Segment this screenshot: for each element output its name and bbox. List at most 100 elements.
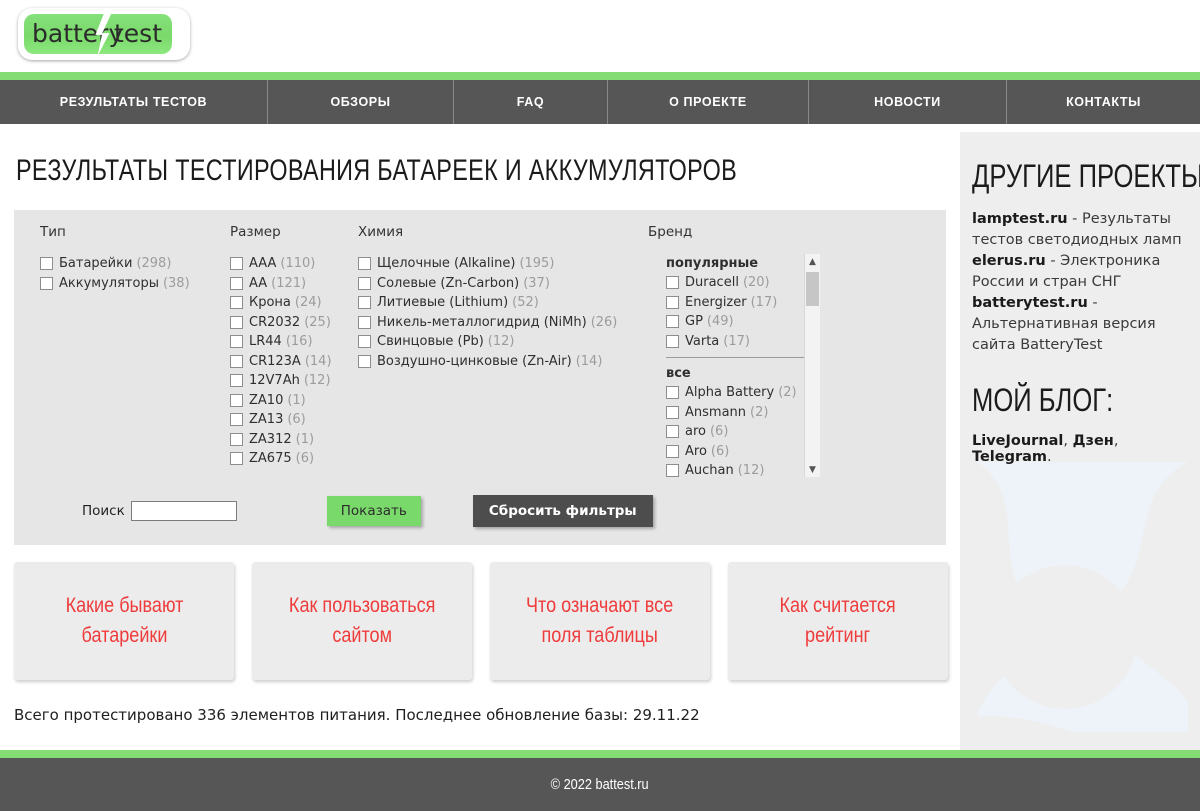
nav-item-reviews[interactable]: ОБЗОРЫ [268, 80, 454, 124]
checkbox-icon[interactable] [230, 315, 243, 329]
card-line-2: сайтом [332, 624, 392, 647]
show-button[interactable]: Показать [326, 496, 421, 526]
filter-option-chem-zncarbon[interactable]: Солевые (Zn-Carbon) (37) [358, 274, 648, 294]
checkbox-icon[interactable] [230, 335, 243, 349]
filter-option-size-aaa[interactable]: AAA (110) [230, 254, 358, 274]
filter-option-chem-alkaline[interactable]: Щелочные (Alkaline) (195) [358, 254, 648, 274]
checkbox-icon[interactable] [230, 296, 243, 310]
filter-option-brand-ansmann[interactable]: Ansmann (2) [666, 403, 818, 423]
filter-option-brand-energizer[interactable]: Energizer (17) [666, 293, 818, 313]
nav-item-news[interactable]: НОВОСТИ [809, 80, 1007, 124]
info-card-how-to-use[interactable]: Как пользоваться сайтом [252, 562, 472, 680]
checkbox-icon[interactable] [40, 257, 53, 271]
checkbox-icon[interactable] [230, 393, 243, 407]
project-link-lamptest[interactable]: lamptest.ru [972, 211, 1068, 227]
sidebar-heading-blog: МОЙ БЛОГ: [972, 382, 1114, 418]
blog-link-livejournal[interactable]: LiveJournal [972, 433, 1063, 449]
brand-group-all-label: все [666, 366, 691, 381]
nav-item-contacts[interactable]: КОНТАКТЫ [1007, 80, 1200, 124]
checkbox-icon[interactable] [230, 413, 243, 427]
option-label: GP [685, 314, 703, 329]
filter-option-brand-alpha-battery[interactable]: Alpha Battery (2) [666, 383, 818, 403]
filter-option-brand-duracell[interactable]: Duracell (20) [666, 273, 818, 293]
filter-option-chem-lead[interactable]: Свинцовые (Pb) (12) [358, 332, 648, 352]
card-label: Что означают все поля таблицы [519, 591, 680, 651]
filter-option-size-za312[interactable]: ZA312 (1) [230, 430, 358, 450]
checkbox-icon[interactable] [358, 276, 371, 290]
filter-option-size-aa[interactable]: AA (121) [230, 274, 358, 294]
filter-option-size-12v7ah[interactable]: 12V7Ah (12) [230, 371, 358, 391]
filter-option-chem-znair[interactable]: Воздушно-цинковые (Zn-Air) (14) [358, 352, 648, 372]
checkbox-icon[interactable] [666, 405, 679, 419]
info-card-table-fields[interactable]: Что означают все поля таблицы [490, 562, 710, 680]
blog-link-dzen[interactable]: Дзен [1073, 433, 1114, 449]
filter-option-brand-aro-lower[interactable]: aro (6) [666, 422, 818, 442]
sidebar-heading-projects: ДРУГИЕ ПРОЕКТЫ: [972, 158, 1200, 194]
brand-scrollbar[interactable]: ▲ ▼ [804, 254, 820, 477]
filter-option-type-accumulators[interactable]: Аккумуляторы (38) [40, 274, 230, 294]
checkbox-icon[interactable] [230, 432, 243, 446]
search-input[interactable] [130, 501, 237, 521]
checkbox-icon[interactable] [358, 296, 371, 310]
option-label: Varta [685, 333, 720, 349]
filter-option-brand-gp[interactable]: GP (49) [666, 312, 818, 332]
option-count: (1) [287, 392, 306, 408]
checkbox-icon[interactable] [358, 354, 371, 368]
filter-option-size-lr44[interactable]: LR44 (16) [230, 332, 358, 352]
project-link-elerus[interactable]: elerus.ru [972, 253, 1046, 269]
filter-group-type: Тип Батарейки (298) Аккумуляторы (38) [40, 224, 230, 477]
site-logo[interactable]: battery test [18, 8, 190, 60]
checkbox-icon[interactable] [358, 315, 371, 329]
filter-heading-chemistry: Химия [358, 224, 404, 240]
filter-option-brand-varta[interactable]: Varta (17) [666, 332, 818, 352]
card-line-1: Что означают все [526, 594, 674, 617]
filter-option-size-krona[interactable]: Крона (24) [230, 293, 358, 313]
logo-word-test: test [113, 19, 162, 48]
checkbox-icon[interactable] [666, 334, 679, 348]
option-label: LR44 [249, 334, 282, 349]
nav-item-about[interactable]: О ПРОЕКТЕ [608, 80, 809, 124]
filter-option-size-za13[interactable]: ZA13 (6) [230, 410, 358, 430]
checkbox-icon[interactable] [230, 452, 243, 466]
filter-option-brand-auchan[interactable]: Auchan (12) [666, 461, 818, 477]
reset-filters-button[interactable]: Сбросить фильтры [472, 495, 653, 527]
filter-option-size-za675[interactable]: ZA675 (6) [230, 449, 358, 469]
option-count: (24) [294, 295, 322, 310]
option-count: (110) [280, 256, 316, 271]
filter-option-size-cr2032[interactable]: CR2032 (25) [230, 313, 358, 333]
nav-item-results[interactable]: РЕЗУЛЬТАТЫ ТЕСТОВ [0, 80, 268, 124]
option-label: Литиевые (Lithium) [377, 295, 509, 310]
checkbox-icon[interactable] [666, 276, 679, 290]
blog-link-telegram[interactable]: Telegram [972, 449, 1047, 465]
checkbox-icon[interactable] [230, 374, 243, 388]
checkbox-icon[interactable] [666, 444, 679, 458]
filter-option-chem-lithium[interactable]: Литиевые (Lithium) (52) [358, 293, 648, 313]
filter-actions-row: Поиск Показать Сбросить фильтры [82, 495, 946, 527]
checkbox-icon[interactable] [40, 276, 53, 290]
checkbox-icon[interactable] [358, 335, 371, 349]
checkbox-icon[interactable] [666, 386, 679, 400]
filter-option-brand-aro-upper[interactable]: Aro (6) [666, 442, 818, 462]
checkbox-icon[interactable] [230, 257, 243, 271]
checkbox-icon[interactable] [666, 295, 679, 309]
checkbox-icon[interactable] [666, 425, 679, 439]
brand-scroll-box[interactable]: популярные Duracell (20) Energizer (17) [648, 254, 820, 477]
checkbox-icon[interactable] [666, 315, 679, 329]
info-card-rating[interactable]: Как считается рейтинг [728, 562, 948, 680]
database-summary: Всего протестировано 336 элементов питан… [14, 706, 700, 724]
chevron-down-icon[interactable]: ▼ [805, 462, 820, 477]
filter-option-type-batteries[interactable]: Батарейки (298) [40, 254, 230, 274]
checkbox-icon[interactable] [230, 276, 243, 290]
checkbox-icon[interactable] [666, 464, 679, 477]
nav-item-faq[interactable]: FAQ [454, 80, 608, 124]
checkbox-icon[interactable] [230, 354, 243, 368]
filter-option-size-cr123a[interactable]: CR123A (14) [230, 352, 358, 372]
chevron-up-icon[interactable]: ▲ [805, 254, 820, 269]
checkbox-icon[interactable] [358, 257, 371, 271]
option-count: (121) [271, 275, 307, 291]
scrollbar-thumb[interactable] [806, 272, 819, 306]
filter-option-chem-nimh[interactable]: Никель-металлогидрид (NiMh) (26) [358, 313, 648, 333]
info-card-battery-types[interactable]: Какие бывают батарейки [14, 562, 234, 680]
project-link-batterytest[interactable]: batterytest.ru [972, 295, 1088, 311]
filter-option-size-za10[interactable]: ZA10 (1) [230, 391, 358, 411]
